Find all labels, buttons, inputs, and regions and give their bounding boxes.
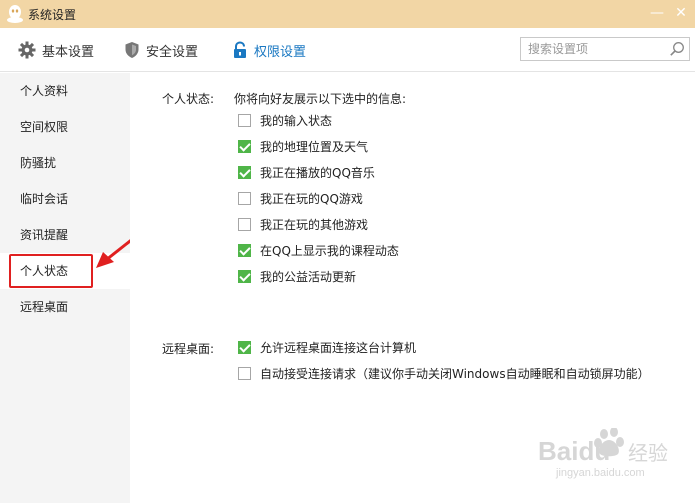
title-bar: 系统设置 — ✕ bbox=[0, 0, 695, 28]
checkbox-checked[interactable] bbox=[238, 340, 251, 354]
checkbox-checked[interactable] bbox=[238, 243, 251, 257]
option-charity-updates[interactable]: 我的公益活动更新 bbox=[238, 268, 356, 284]
sidebar-item-profile[interactable]: 个人资料 bbox=[0, 73, 130, 109]
tab-security-settings[interactable]: 安全设置 bbox=[124, 40, 198, 60]
toolbar: 基本设置 安全设置 权限设置 bbox=[0, 28, 695, 72]
checkbox-checked[interactable] bbox=[238, 139, 251, 153]
option-label: 允许远程桌面连接这台计算机 bbox=[260, 340, 417, 355]
option-label: 自动接受连接请求（建议你手动关闭Windows自动睡眠和自动锁屏功能） bbox=[260, 366, 650, 381]
tab-security-settings-label: 安全设置 bbox=[146, 44, 199, 60]
sidebar-item-temp-session[interactable]: 临时会话 bbox=[0, 181, 130, 217]
lock-icon bbox=[234, 41, 246, 58]
search-box bbox=[520, 37, 690, 61]
option-course-updates[interactable]: 在QQ上显示我的课程动态 bbox=[238, 242, 399, 258]
option-label: 我的公益活动更新 bbox=[260, 269, 357, 284]
option-label: 我的地理位置及天气 bbox=[260, 139, 369, 154]
checkbox[interactable] bbox=[238, 366, 251, 380]
tab-basic-settings-label: 基本设置 bbox=[42, 44, 95, 60]
option-auto-accept-connection[interactable]: 自动接受连接请求（建议你手动关闭Windows自动睡眠和自动锁屏功能） bbox=[238, 365, 650, 381]
option-label: 在QQ上显示我的课程动态 bbox=[260, 243, 399, 258]
gear-icon bbox=[18, 41, 36, 59]
checkbox[interactable] bbox=[238, 191, 251, 205]
option-label: 我的输入状态 bbox=[260, 113, 333, 128]
checkbox-checked[interactable] bbox=[238, 269, 251, 283]
sidebar: 个人资料 空间权限 防骚扰 临时会话 资讯提醒 个人状态 远程桌面 bbox=[0, 73, 130, 503]
window-title: 系统设置 bbox=[28, 8, 77, 22]
option-qq-music[interactable]: 我正在播放的QQ音乐 bbox=[238, 164, 375, 180]
personal-status-label: 个人状态: bbox=[162, 92, 215, 106]
search-icon[interactable] bbox=[669, 41, 685, 57]
minimize-button[interactable]: — bbox=[646, 2, 668, 24]
option-qq-games[interactable]: 我正在玩的QQ游戏 bbox=[238, 190, 363, 206]
option-label: 我正在玩的QQ游戏 bbox=[260, 191, 363, 206]
qq-logo-icon bbox=[7, 5, 23, 23]
option-other-games[interactable]: 我正在玩的其他游戏 bbox=[238, 216, 368, 232]
checkbox[interactable] bbox=[238, 217, 251, 231]
option-allow-remote-desktop[interactable]: 允许远程桌面连接这台计算机 bbox=[238, 339, 416, 355]
settings-content: 个人状态: 你将向好友展示以下选中的信息: 我的输入状态 我的地理位置及天气 我… bbox=[130, 73, 695, 503]
option-label: 我正在玩的其他游戏 bbox=[260, 217, 369, 232]
remote-desktop-label: 远程桌面: bbox=[162, 342, 215, 356]
shield-icon bbox=[125, 42, 139, 58]
close-button[interactable]: ✕ bbox=[670, 2, 692, 24]
sidebar-item-remote-desktop[interactable]: 远程桌面 bbox=[0, 289, 130, 325]
checkbox[interactable] bbox=[238, 113, 251, 127]
tab-basic-settings[interactable]: 基本设置 bbox=[18, 40, 94, 60]
tab-permission-settings-label: 权限设置 bbox=[254, 44, 307, 60]
option-location-weather[interactable]: 我的地理位置及天气 bbox=[238, 138, 368, 154]
option-typing-status[interactable]: 我的输入状态 bbox=[238, 112, 332, 128]
checkbox-checked[interactable] bbox=[238, 165, 251, 179]
search-input[interactable] bbox=[521, 38, 667, 60]
option-label: 我正在播放的QQ音乐 bbox=[260, 165, 375, 180]
sidebar-item-anti-harassment[interactable]: 防骚扰 bbox=[0, 145, 130, 181]
personal-status-description: 你将向好友展示以下选中的信息: bbox=[234, 92, 407, 106]
tab-permission-settings[interactable]: 权限设置 bbox=[232, 40, 306, 60]
sidebar-item-space-permission[interactable]: 空间权限 bbox=[0, 109, 130, 145]
